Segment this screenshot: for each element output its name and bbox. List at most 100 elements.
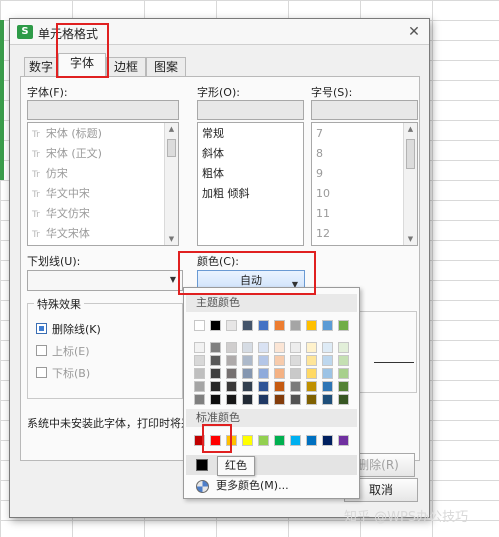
color-swatch[interactable] xyxy=(338,394,349,405)
color-swatch[interactable] xyxy=(338,320,349,331)
list-item[interactable]: 斜体 xyxy=(202,144,224,164)
color-swatch[interactable] xyxy=(242,368,253,379)
list-item[interactable]: 10 xyxy=(316,184,330,204)
font-style-list[interactable]: 常规 斜体 粗体 加粗 倾斜 xyxy=(197,122,304,246)
list-item[interactable]: 常规 xyxy=(202,124,224,144)
font-list-scrollbar[interactable]: ▲ ▼ xyxy=(164,123,178,245)
color-swatch[interactable] xyxy=(306,342,317,353)
color-swatch[interactable] xyxy=(274,394,285,405)
color-swatch[interactable] xyxy=(242,342,253,353)
color-swatch[interactable] xyxy=(322,435,333,446)
color-swatch[interactable] xyxy=(338,381,349,392)
more-colors-item[interactable]: 更多颜色(M)... xyxy=(186,476,357,496)
color-swatch[interactable] xyxy=(194,381,205,392)
scroll-up-icon[interactable]: ▲ xyxy=(404,123,417,135)
font-size-list[interactable]: 7 8 9 10 11 12 ▲ ▼ xyxy=(311,122,418,246)
color-swatch[interactable] xyxy=(290,435,301,446)
color-swatch[interactable] xyxy=(194,368,205,379)
color-swatch[interactable] xyxy=(258,394,269,405)
color-swatch[interactable] xyxy=(242,320,253,331)
color-swatch[interactable] xyxy=(306,355,317,366)
color-swatch[interactable] xyxy=(226,394,237,405)
recent-color-item[interactable] xyxy=(186,455,357,475)
color-swatch[interactable] xyxy=(210,368,221,379)
list-item[interactable]: Tr 华文宋体 xyxy=(32,224,90,244)
list-item[interactable]: 8 xyxy=(316,144,323,164)
color-swatch[interactable] xyxy=(290,355,301,366)
color-swatch[interactable] xyxy=(306,368,317,379)
color-swatch[interactable] xyxy=(242,394,253,405)
subscript-checkbox[interactable]: 下标(B) xyxy=(36,365,90,381)
list-item[interactable]: 11 xyxy=(316,204,330,224)
color-swatch[interactable] xyxy=(210,381,221,392)
color-swatch[interactable] xyxy=(242,381,253,392)
color-swatch[interactable] xyxy=(290,368,301,379)
color-swatch[interactable] xyxy=(338,355,349,366)
size-list-scrollbar[interactable]: ▲ ▼ xyxy=(403,123,417,245)
color-swatch[interactable] xyxy=(290,342,301,353)
color-swatch[interactable] xyxy=(194,355,205,366)
color-swatch[interactable] xyxy=(226,342,237,353)
color-swatch[interactable] xyxy=(274,435,285,446)
color-swatch[interactable] xyxy=(274,320,285,331)
underline-select[interactable]: ▼ xyxy=(27,270,183,291)
scroll-thumb[interactable] xyxy=(167,139,176,157)
color-swatch[interactable] xyxy=(194,320,205,331)
color-swatch[interactable] xyxy=(242,355,253,366)
color-swatch[interactable] xyxy=(322,394,333,405)
scroll-down-icon[interactable]: ▼ xyxy=(404,233,417,245)
color-swatch[interactable] xyxy=(274,342,285,353)
color-swatch[interactable] xyxy=(322,342,333,353)
color-swatch[interactable] xyxy=(290,320,301,331)
color-swatch[interactable] xyxy=(338,368,349,379)
list-item[interactable]: 粗体 xyxy=(202,164,224,184)
superscript-checkbox[interactable]: 上标(E) xyxy=(36,343,90,359)
list-item[interactable]: Tr 宋体 (标题) xyxy=(32,124,102,144)
color-swatch[interactable] xyxy=(306,320,317,331)
list-item[interactable]: Tr 宋体 (正文) xyxy=(32,144,102,164)
scroll-thumb[interactable] xyxy=(406,139,415,169)
color-swatch[interactable] xyxy=(338,435,349,446)
scroll-down-icon[interactable]: ▼ xyxy=(165,233,178,245)
color-swatch[interactable] xyxy=(194,394,205,405)
color-swatch[interactable] xyxy=(258,320,269,331)
color-swatch[interactable] xyxy=(258,342,269,353)
color-swatch[interactable] xyxy=(226,320,237,331)
list-item[interactable]: 12 xyxy=(316,224,330,244)
color-swatch[interactable] xyxy=(322,320,333,331)
font-size-input[interactable] xyxy=(311,100,418,120)
color-swatch[interactable] xyxy=(210,320,221,331)
color-swatch[interactable] xyxy=(306,435,317,446)
color-swatch[interactable] xyxy=(226,381,237,392)
strikethrough-checkbox[interactable]: 删除线(K) xyxy=(36,321,101,337)
list-item[interactable]: Tr 仿宋 xyxy=(32,164,68,184)
color-swatch[interactable] xyxy=(258,381,269,392)
color-swatch[interactable] xyxy=(258,355,269,366)
color-swatch[interactable] xyxy=(322,368,333,379)
color-swatch[interactable] xyxy=(274,368,285,379)
color-swatch[interactable] xyxy=(338,342,349,353)
color-swatch[interactable] xyxy=(274,381,285,392)
color-swatch[interactable] xyxy=(194,342,205,353)
list-item[interactable]: Tr 华文仿宋 xyxy=(32,204,90,224)
list-item[interactable]: Tr 华文中宋 xyxy=(32,184,90,204)
tab-pattern[interactable]: 图案 xyxy=(146,57,186,77)
color-swatch[interactable] xyxy=(242,435,253,446)
scroll-up-icon[interactable]: ▲ xyxy=(165,123,178,135)
color-swatch[interactable] xyxy=(306,381,317,392)
tab-number[interactable]: 数字 xyxy=(24,57,58,77)
list-item[interactable]: 9 xyxy=(316,164,323,184)
font-style-input[interactable] xyxy=(197,100,304,120)
color-swatch[interactable] xyxy=(226,355,237,366)
color-swatch[interactable] xyxy=(290,394,301,405)
color-swatch[interactable] xyxy=(322,355,333,366)
close-icon[interactable]: ✕ xyxy=(405,23,423,41)
color-swatch[interactable] xyxy=(258,368,269,379)
color-swatch[interactable] xyxy=(210,394,221,405)
list-item[interactable]: 7 xyxy=(316,124,323,144)
font-name-input[interactable] xyxy=(27,100,179,120)
color-swatch[interactable] xyxy=(210,342,221,353)
list-item[interactable]: 加粗 倾斜 xyxy=(202,184,250,204)
color-swatch[interactable] xyxy=(290,381,301,392)
color-swatch[interactable] xyxy=(226,368,237,379)
